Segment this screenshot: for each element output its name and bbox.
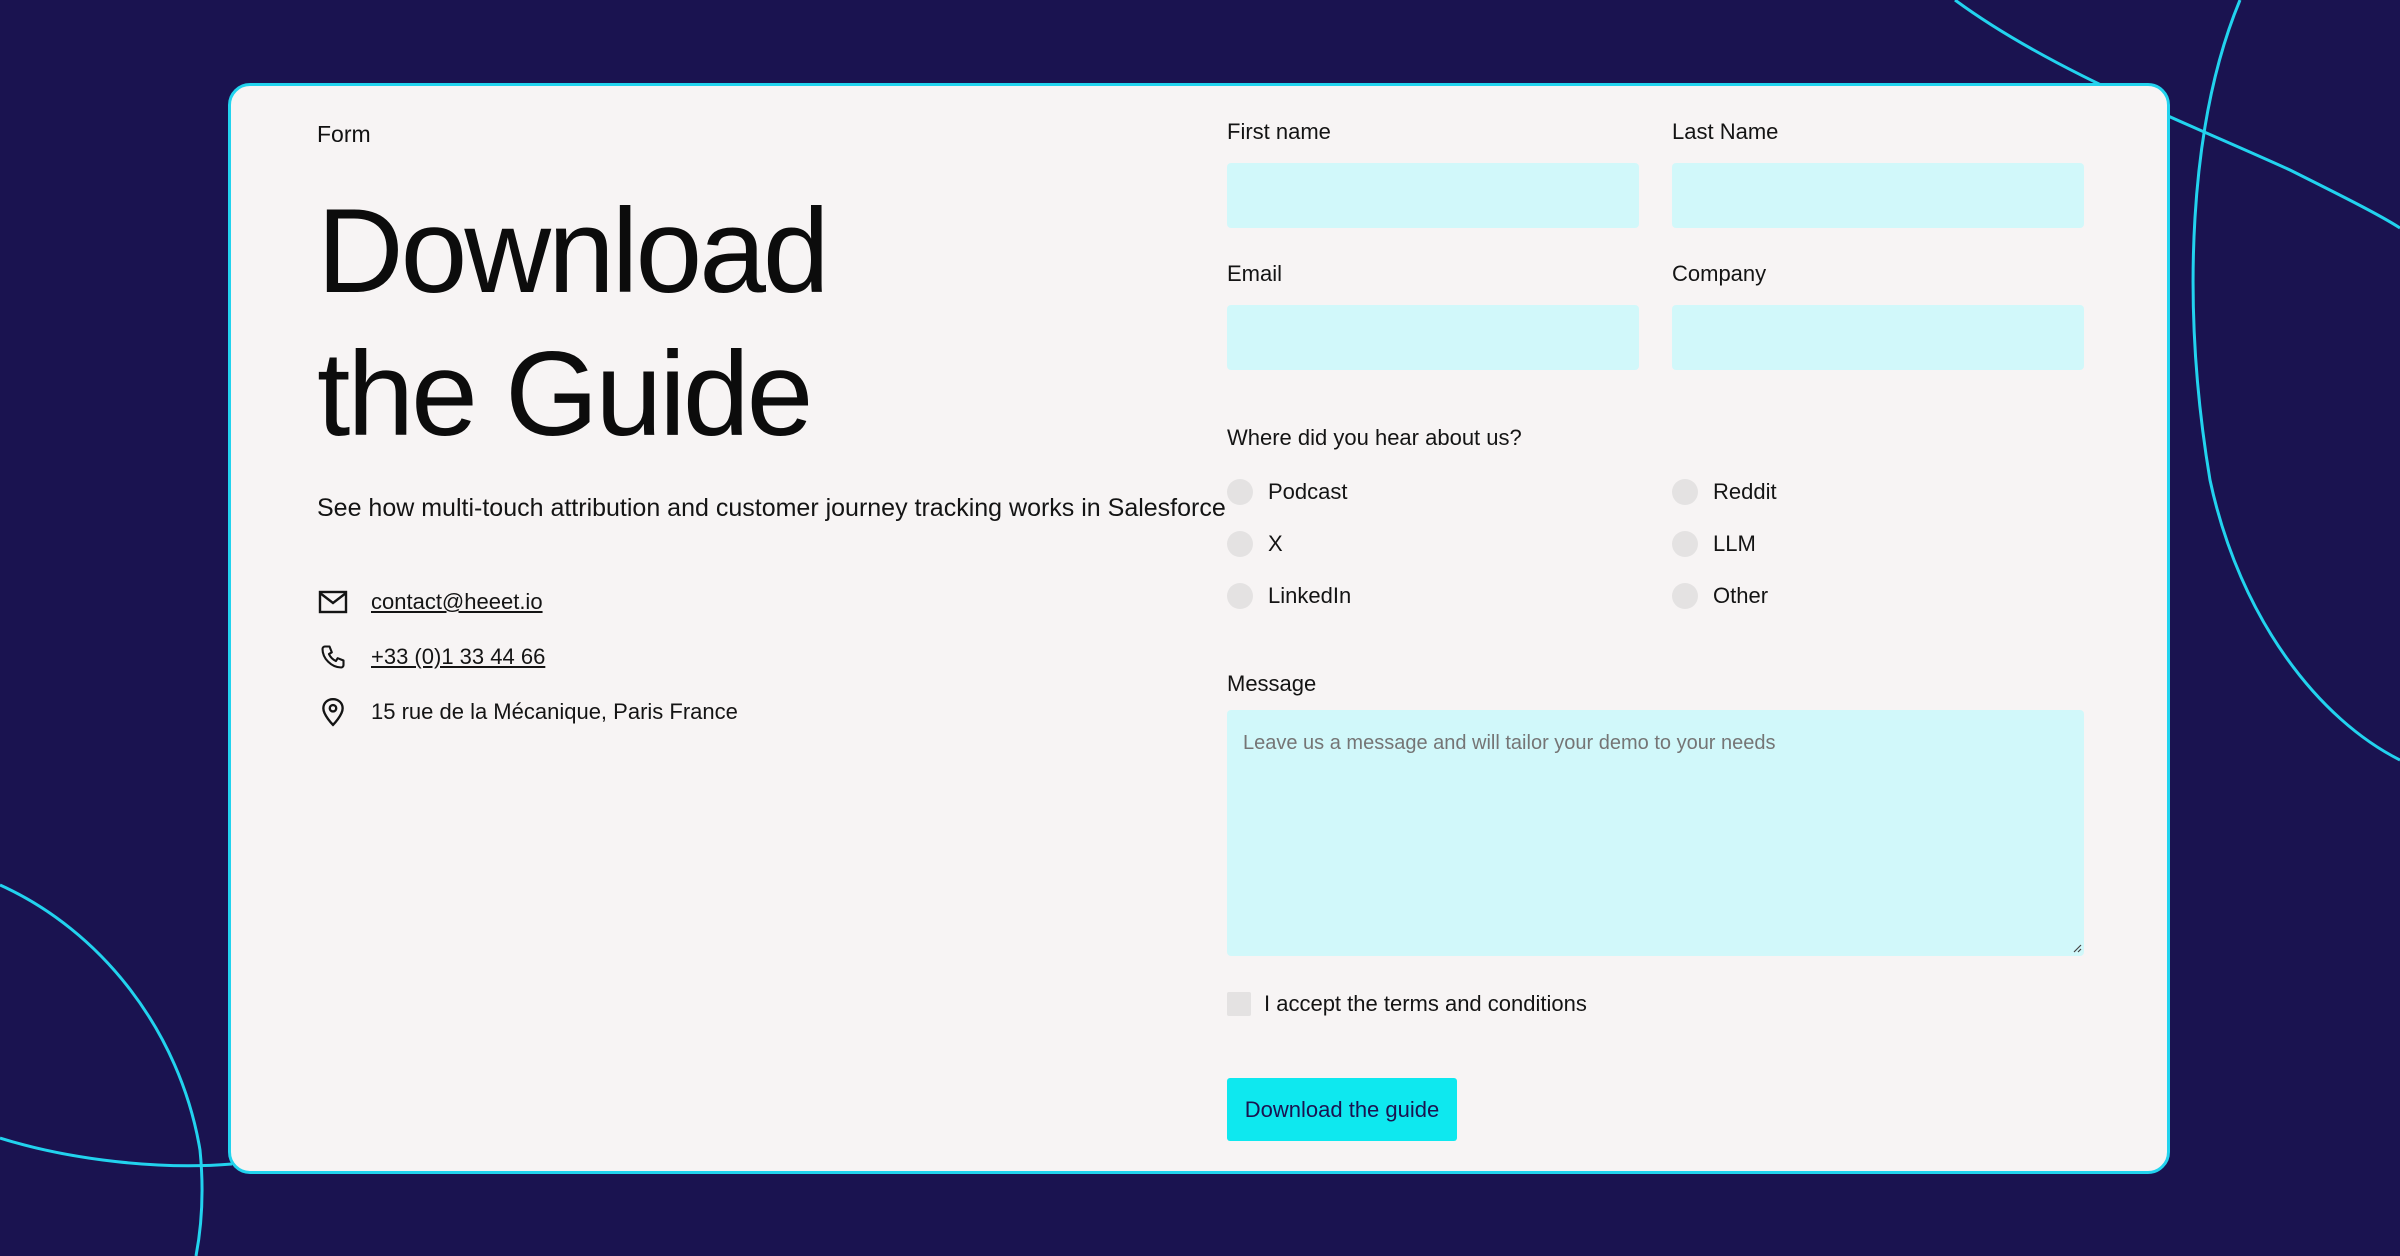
radio-label: X [1268, 531, 1283, 556]
message-textarea[interactable] [1227, 710, 2084, 956]
email-input[interactable] [1227, 305, 1639, 370]
form-card: Form Download the Guide See how multi-to… [228, 83, 2170, 1174]
radio-label: Other [1713, 583, 1769, 608]
first-name-group: First name [1227, 119, 1639, 228]
radio-circle[interactable] [1672, 531, 1698, 557]
title-line-1: Download [317, 184, 830, 318]
email-label: Email [1227, 261, 1283, 286]
map-pin-icon [317, 696, 349, 728]
last-name-input[interactable] [1672, 163, 2084, 228]
radio-linkedin[interactable]: LinkedIn [1227, 581, 1351, 611]
email-link[interactable]: contact@heeet.io [371, 589, 543, 615]
eyebrow-label: Form [317, 121, 371, 147]
radio-circle[interactable] [1672, 583, 1698, 609]
address-text: 15 rue de la Mécanique, Paris France [371, 699, 738, 724]
terms-checkbox[interactable] [1227, 992, 1251, 1016]
radio-llm[interactable]: LLM [1672, 529, 1756, 559]
radio-x[interactable]: X [1227, 529, 1283, 559]
resize-grip-icon[interactable] [2072, 943, 2082, 953]
terms-label: I accept the terms and conditions [1264, 991, 1587, 1016]
radio-label: LinkedIn [1268, 583, 1352, 608]
contact-email-row: contact@heeet.io [317, 584, 738, 620]
company-label: Company [1672, 261, 1767, 286]
radio-label: LLM [1713, 531, 1756, 556]
radio-circle[interactable] [1227, 583, 1253, 609]
radio-circle[interactable] [1227, 479, 1253, 505]
radio-podcast[interactable]: Podcast [1227, 477, 1348, 507]
radio-reddit[interactable]: Reddit [1672, 477, 1777, 507]
contact-phone-row: +33 (0)1 33 44 66 [317, 639, 738, 675]
download-guide-button[interactable]: Download the guide [1227, 1078, 1457, 1141]
subtitle: See how multi-touch attribution and cust… [317, 494, 1226, 522]
contact-list: contact@heeet.io +33 (0)1 33 44 66 15 ru… [317, 584, 738, 749]
radio-label: Reddit [1713, 479, 1777, 504]
first-name-input[interactable] [1227, 163, 1639, 228]
radio-circle[interactable] [1227, 531, 1253, 557]
company-group: Company [1672, 261, 2084, 370]
message-label: Message [1227, 671, 1317, 696]
page-title: Download the Guide [317, 180, 1197, 466]
phone-icon [317, 641, 349, 673]
radio-other[interactable]: Other [1672, 581, 1768, 611]
contact-address-row: 15 rue de la Mécanique, Paris France [317, 694, 738, 730]
mail-icon [317, 586, 349, 618]
first-name-label: First name [1227, 119, 1331, 144]
phone-link[interactable]: +33 (0)1 33 44 66 [371, 644, 545, 670]
radio-label: Podcast [1268, 479, 1348, 504]
terms-row[interactable]: I accept the terms and conditions [1227, 991, 1587, 1017]
email-group: Email [1227, 261, 1639, 370]
title-line-2: the Guide [317, 327, 813, 461]
last-name-label: Last Name [1672, 119, 1779, 144]
radio-circle[interactable] [1672, 479, 1698, 505]
last-name-group: Last Name [1672, 119, 2084, 228]
company-input[interactable] [1672, 305, 2084, 370]
source-question-label: Where did you hear about us? [1227, 425, 1522, 450]
